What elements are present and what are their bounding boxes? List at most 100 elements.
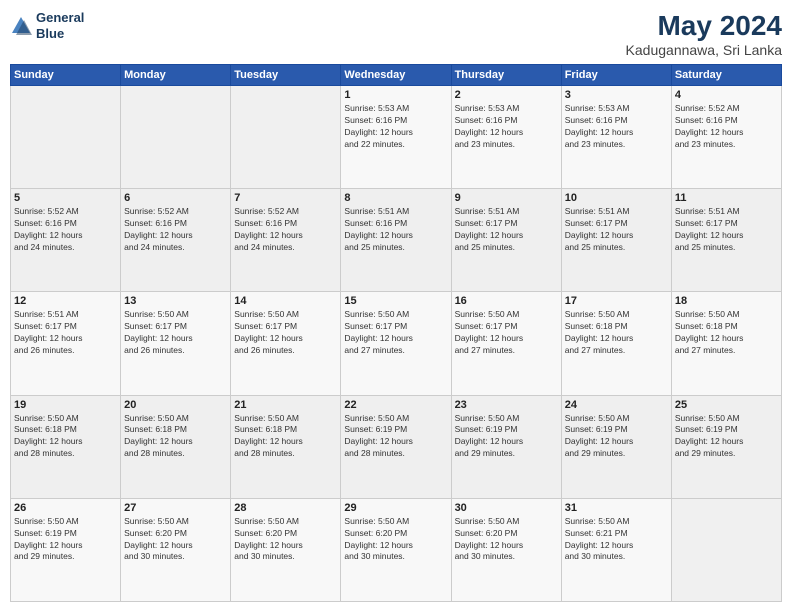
calendar-cell: 14 Sunrise: 5:50 AM Sunset: 6:17 PM Dayli… [231,292,341,395]
logo-line1: General [36,10,84,26]
calendar-cell: 3Sunrise: 5:53 AM Sunset: 6:16 PM Daylig… [561,86,671,189]
day-number: 31 [565,502,668,514]
day-info: Sunrise: 5:52 AM Sunset: 6:16 PM Dayligh… [124,206,227,254]
calendar-cell: 22Sunrise: 5:50 AM Sunset: 6:19 PM Dayli… [341,395,451,498]
calendar-cell: 2 Sunrise: 5:53 AM Sunset: 6:16 PM Daylig… [451,86,561,189]
calendar-cell [121,86,231,189]
calendar-cell: 13 Sunrise: 5:50 AM Sunset: 6:17 PM Dayli… [121,292,231,395]
calendar-cell: 19Sunrise: 5:50 AM Sunset: 6:18 PM Dayli… [11,395,121,498]
calendar-cell: 28 Sunrise: 5:50 AM Sunset: 6:20 PM Dayli… [231,498,341,601]
calendar-cell: 16Sunrise: 5:50 AM Sunset: 6:17 PM Dayli… [451,292,561,395]
calendar-cell: 6Sunrise: 5:52 AM Sunset: 6:16 PM Daylig… [121,189,231,292]
day-info: Sunrise: 5:50 AM Sunset: 6:18 PM Dayligh… [234,413,337,461]
day-info: Sunrise: 5:50 AM Sunset: 6:20 PM Dayligh… [455,516,558,564]
calendar-cell: 25Sunrise: 5:50 AM Sunset: 6:19 PM Dayli… [671,395,781,498]
day-info: Sunrise: 5:50 AM Sunset: 6:19 PM Dayligh… [14,516,117,564]
calendar-cell [11,86,121,189]
day-number: 27 [124,502,227,514]
calendar-cell: 27 Sunrise: 5:50 AM Sunset: 6:20 PM Dayli… [121,498,231,601]
day-number: 21 [234,399,337,411]
calendar-cell: 9Sunrise: 5:51 AM Sunset: 6:17 PM Daylig… [451,189,561,292]
day-number: 10 [565,192,668,204]
week-row-2: 12 Sunrise: 5:51 AM Sunset: 6:17 PM Dayli… [11,292,782,395]
day-info: Sunrise: 5:50 AM Sunset: 6:20 PM Dayligh… [344,516,447,564]
calendar-cell: 26 Sunrise: 5:50 AM Sunset: 6:19 PM Dayli… [11,498,121,601]
calendar-cell: 7Sunrise: 5:52 AM Sunset: 6:16 PM Daylig… [231,189,341,292]
day-info: Sunrise: 5:50 AM Sunset: 6:18 PM Dayligh… [14,413,117,461]
day-number: 29 [344,502,447,514]
day-info: Sunrise: 5:52 AM Sunset: 6:16 PM Dayligh… [14,206,117,254]
calendar-header: SundayMondayTuesdayWednesdayThursdayFrid… [11,65,782,86]
day-number: 12 [14,295,117,307]
day-info: Sunrise: 5:50 AM Sunset: 6:17 PM Dayligh… [234,309,337,357]
calendar-cell: 21 Sunrise: 5:50 AM Sunset: 6:18 PM Dayli… [231,395,341,498]
calendar-cell: 5 Sunrise: 5:52 AM Sunset: 6:16 PM Daylig… [11,189,121,292]
day-number: 4 [675,89,778,101]
calendar-subtitle: Kadugannawa, Sri Lanka [626,42,782,58]
weekday-saturday: Saturday [671,65,781,86]
calendar-cell: 17Sunrise: 5:50 AM Sunset: 6:18 PM Dayli… [561,292,671,395]
logo: General Blue [10,10,84,41]
page: General Blue May 2024 Kadugannawa, Sri L… [0,0,792,612]
weekday-thursday: Thursday [451,65,561,86]
day-info: Sunrise: 5:50 AM Sunset: 6:19 PM Dayligh… [565,413,668,461]
day-info: Sunrise: 5:50 AM Sunset: 6:18 PM Dayligh… [124,413,227,461]
logo-icon [10,15,32,37]
day-number: 14 [234,295,337,307]
day-number: 8 [344,192,447,204]
day-number: 3 [565,89,668,101]
day-info: Sunrise: 5:50 AM Sunset: 6:21 PM Dayligh… [565,516,668,564]
day-number: 30 [455,502,558,514]
day-number: 11 [675,192,778,204]
calendar-cell: 15Sunrise: 5:50 AM Sunset: 6:17 PM Dayli… [341,292,451,395]
calendar-cell: 18Sunrise: 5:50 AM Sunset: 6:18 PM Dayli… [671,292,781,395]
day-number: 13 [124,295,227,307]
day-info: Sunrise: 5:50 AM Sunset: 6:19 PM Dayligh… [344,413,447,461]
calendar-cell: 23 Sunrise: 5:50 AM Sunset: 6:19 PM Dayli… [451,395,561,498]
calendar-cell [671,498,781,601]
calendar-cell [231,86,341,189]
day-number: 5 [14,192,117,204]
day-info: Sunrise: 5:50 AM Sunset: 6:19 PM Dayligh… [455,413,558,461]
day-number: 20 [124,399,227,411]
header: General Blue May 2024 Kadugannawa, Sri L… [10,10,782,58]
logo-line2: Blue [36,26,84,42]
day-info: Sunrise: 5:51 AM Sunset: 6:17 PM Dayligh… [14,309,117,357]
calendar-cell: 8Sunrise: 5:51 AM Sunset: 6:16 PM Daylig… [341,189,451,292]
calendar-cell: 31 Sunrise: 5:50 AM Sunset: 6:21 PM Dayli… [561,498,671,601]
day-info: Sunrise: 5:52 AM Sunset: 6:16 PM Dayligh… [234,206,337,254]
day-number: 23 [455,399,558,411]
day-info: Sunrise: 5:51 AM Sunset: 6:17 PM Dayligh… [675,206,778,254]
calendar-body: 1Sunrise: 5:53 AM Sunset: 6:16 PM Daylig… [11,86,782,602]
logo-text: General Blue [36,10,84,41]
day-info: Sunrise: 5:50 AM Sunset: 6:18 PM Dayligh… [675,309,778,357]
calendar-cell: 10Sunrise: 5:51 AM Sunset: 6:17 PM Dayli… [561,189,671,292]
day-info: Sunrise: 5:50 AM Sunset: 6:17 PM Dayligh… [455,309,558,357]
day-info: Sunrise: 5:53 AM Sunset: 6:16 PM Dayligh… [455,103,558,151]
day-info: Sunrise: 5:50 AM Sunset: 6:20 PM Dayligh… [124,516,227,564]
week-row-1: 5 Sunrise: 5:52 AM Sunset: 6:16 PM Daylig… [11,189,782,292]
weekday-wednesday: Wednesday [341,65,451,86]
calendar-cell: 12 Sunrise: 5:51 AM Sunset: 6:17 PM Dayli… [11,292,121,395]
weekday-tuesday: Tuesday [231,65,341,86]
week-row-3: 19Sunrise: 5:50 AM Sunset: 6:18 PM Dayli… [11,395,782,498]
day-info: Sunrise: 5:53 AM Sunset: 6:16 PM Dayligh… [344,103,447,151]
day-info: Sunrise: 5:50 AM Sunset: 6:17 PM Dayligh… [124,309,227,357]
title-block: May 2024 Kadugannawa, Sri Lanka [626,10,782,58]
day-info: Sunrise: 5:50 AM Sunset: 6:19 PM Dayligh… [675,413,778,461]
calendar-table: SundayMondayTuesdayWednesdayThursdayFrid… [10,64,782,602]
calendar-cell: 1Sunrise: 5:53 AM Sunset: 6:16 PM Daylig… [341,86,451,189]
calendar-cell: 4 Sunrise: 5:52 AM Sunset: 6:16 PM Daylig… [671,86,781,189]
week-row-4: 26 Sunrise: 5:50 AM Sunset: 6:19 PM Dayli… [11,498,782,601]
day-number: 26 [14,502,117,514]
day-number: 24 [565,399,668,411]
day-number: 2 [455,89,558,101]
day-info: Sunrise: 5:52 AM Sunset: 6:16 PM Dayligh… [675,103,778,151]
weekday-sunday: Sunday [11,65,121,86]
week-row-0: 1Sunrise: 5:53 AM Sunset: 6:16 PM Daylig… [11,86,782,189]
day-info: Sunrise: 5:50 AM Sunset: 6:20 PM Dayligh… [234,516,337,564]
day-number: 28 [234,502,337,514]
weekday-row: SundayMondayTuesdayWednesdayThursdayFrid… [11,65,782,86]
day-info: Sunrise: 5:50 AM Sunset: 6:17 PM Dayligh… [344,309,447,357]
calendar-cell: 20 Sunrise: 5:50 AM Sunset: 6:18 PM Dayli… [121,395,231,498]
